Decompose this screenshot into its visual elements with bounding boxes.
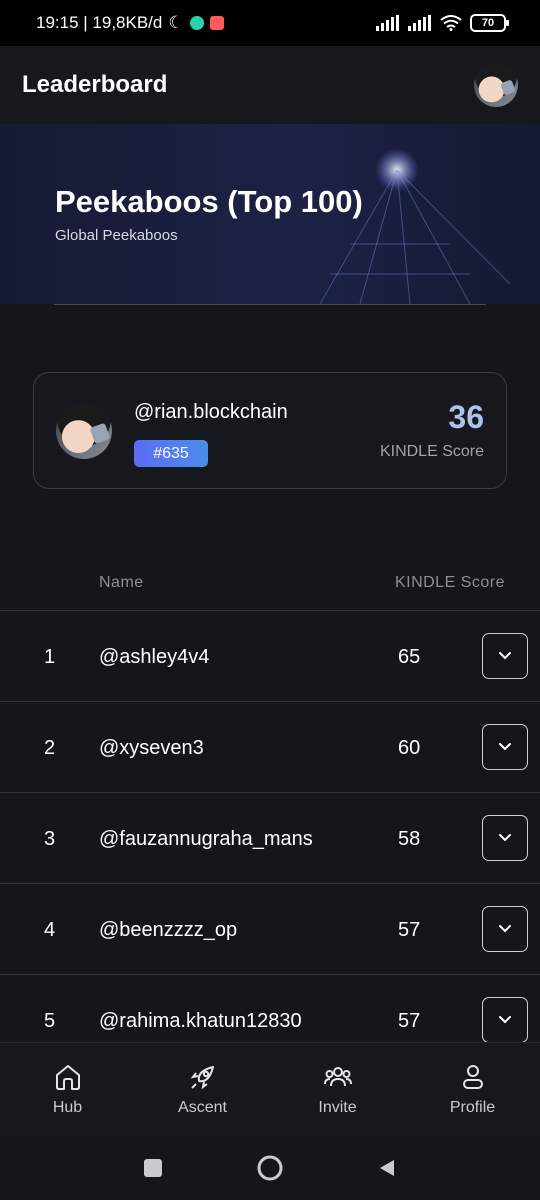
my-rank-card: @rian.blockchain #635 36 KINDLE Score [33, 372, 507, 489]
battery-icon: 70 [470, 14, 509, 32]
row-username: @fauzannugraha_mans [99, 828, 313, 850]
row-username: @beenzzzz_op [99, 919, 238, 941]
nav-invite[interactable]: Invite [270, 1043, 405, 1135]
row-username: @ashley4v4 [99, 646, 210, 668]
app-header: Leaderboard [0, 46, 540, 124]
status-time: 19:15 | 19,8KB/d [36, 13, 163, 32]
expand-row-button[interactable] [482, 815, 528, 861]
my-avatar [56, 403, 112, 459]
table-row: 2 @xyseven3 60 [0, 701, 540, 792]
expand-row-button[interactable] [482, 724, 528, 770]
row-username: @xyseven3 [99, 737, 204, 759]
banner-title: Peekaboos (Top 100) [55, 184, 363, 219]
page-title: Leaderboard [22, 71, 168, 98]
row-rank: 4 [44, 919, 56, 941]
expand-row-button[interactable] [482, 633, 528, 679]
table-row: 1 @ashley4v4 65 [0, 610, 540, 701]
table-row: 3 @fauzannugraha_mans 58 [0, 792, 540, 883]
my-score-label: KINDLE Score [379, 443, 484, 460]
chevron-down-icon [499, 1016, 511, 1024]
bottom-navigation: Hub Ascent Invite Profile [0, 1042, 540, 1135]
nav-ascent-label: Ascent [178, 1099, 227, 1116]
signal-icon-2 [408, 15, 431, 31]
expand-row-button[interactable] [482, 997, 528, 1042]
row-score: 58 [398, 828, 421, 850]
nav-profile[interactable]: Profile [405, 1043, 540, 1135]
rocket-icon [190, 1066, 214, 1090]
home-icon [55, 1065, 80, 1090]
row-score: 60 [398, 737, 421, 759]
chevron-down-icon [499, 743, 511, 751]
signal-icon [376, 15, 399, 31]
user-icon [462, 1065, 483, 1089]
banner-subtitle: Global Peekaboos [55, 227, 178, 244]
row-rank: 3 [44, 828, 56, 850]
table-header: Name KINDLE Score [0, 560, 540, 610]
leaderboard-list: 1 @ashley4v4 65 2 @xyseven3 60 3 @fauzan… [0, 610, 540, 1042]
table-row: 5 @rahima.khatun12830 57 [0, 974, 540, 1042]
divider [54, 304, 486, 305]
app-notification-icon-2 [209, 16, 224, 30]
chevron-down-icon [499, 652, 511, 660]
row-username: @rahima.khatun12830 [99, 1010, 302, 1032]
app-notification-icon [189, 16, 204, 30]
nav-invite-label: Invite [318, 1099, 357, 1116]
status-bar: 19:15 | 19,8KB/d ☾ 70 [0, 0, 540, 46]
my-score: 36 [448, 399, 484, 435]
chevron-down-icon [499, 925, 511, 933]
battery-level: 70 [481, 17, 495, 29]
wifi-icon [440, 15, 462, 31]
row-score: 65 [398, 646, 421, 668]
system-navigation-bar [0, 1135, 540, 1200]
chevron-down-icon [499, 834, 511, 842]
profile-avatar[interactable] [474, 63, 518, 107]
recent-apps-icon[interactable] [142, 1157, 164, 1179]
row-rank: 1 [44, 646, 56, 668]
nav-profile-label: Profile [449, 1099, 496, 1116]
users-icon [323, 1067, 352, 1087]
avatar-detail [89, 423, 110, 445]
my-handle: @rian.blockchain [134, 401, 288, 423]
table-row: 4 @beenzzzz_op 57 [0, 883, 540, 974]
expand-row-button[interactable] [482, 906, 528, 952]
row-score: 57 [398, 1010, 421, 1032]
status-right: 70 [376, 14, 509, 32]
row-score: 57 [398, 919, 421, 941]
nav-ascent[interactable]: Ascent [135, 1043, 270, 1135]
home-circle-icon[interactable] [256, 1154, 284, 1182]
avatar-detail [500, 78, 517, 96]
nav-hub-label: Hub [52, 1099, 83, 1116]
nav-hub[interactable]: Hub [0, 1043, 135, 1135]
leaderboard-banner: Peekaboos (Top 100) Global Peekaboos [0, 124, 540, 304]
column-score-header: KINDLE Score [394, 574, 505, 591]
back-icon[interactable] [376, 1157, 398, 1179]
moon-icon: ☾ [168, 13, 184, 32]
status-left: 19:15 | 19,8KB/d ☾ [36, 13, 224, 33]
row-rank: 5 [44, 1010, 56, 1032]
column-name-header: Name [99, 574, 144, 591]
rank-badge: #635 [134, 440, 208, 467]
row-rank: 2 [44, 737, 56, 759]
